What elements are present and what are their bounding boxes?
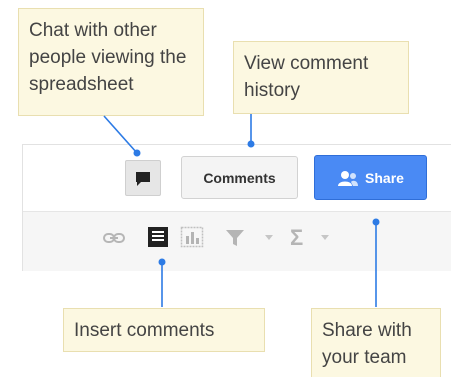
history-connector bbox=[247, 114, 255, 148]
connector-lines bbox=[103, 114, 380, 307]
insert-connector bbox=[158, 258, 166, 307]
chat-connector bbox=[103, 115, 141, 157]
share-connector bbox=[372, 218, 380, 307]
